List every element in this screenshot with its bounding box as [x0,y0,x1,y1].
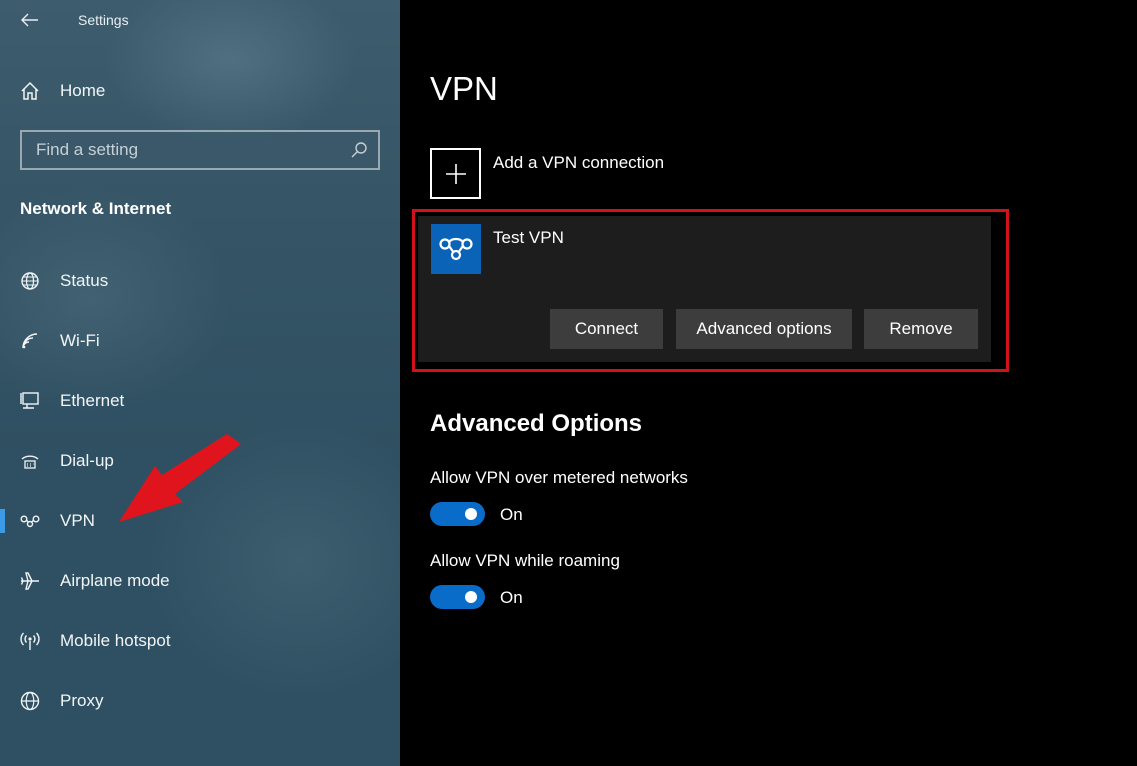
vpn-connection-icon [431,224,481,274]
wifi-icon [18,329,42,353]
sidebar-item-label: Airplane mode [60,571,170,590]
dialup-icon [18,449,42,473]
remove-button[interactable]: Remove [864,309,978,349]
sidebar-item-status[interactable]: Status [0,257,400,305]
sidebar-item-label: Status [60,271,109,290]
roaming-option-label: Allow VPN while roaming [430,551,620,570]
metered-toggle[interactable] [430,502,485,526]
roaming-toggle[interactable] [430,585,485,609]
advanced-options-button[interactable]: Advanced options [676,309,852,349]
advanced-options-heading: Advanced Options [430,410,643,437]
search-box[interactable] [20,130,380,170]
main-panel: VPN Add a VPN connection Test VPN Connec… [400,0,1137,766]
vpn-connection-card[interactable]: Test VPN Connect Advanced options Remove [418,216,991,362]
sidebar-item-label: Wi-Fi [60,331,100,350]
search-icon[interactable] [350,141,368,164]
app-title: Settings [78,12,129,28]
red-arrow-annotation [119,434,241,522]
sidebar-item-ethernet[interactable]: Ethernet [0,377,400,425]
add-vpn-label: Add a VPN connection [493,153,665,172]
back-arrow-icon [21,13,38,27]
ethernet-icon [18,389,42,413]
title-bar: Settings [18,10,129,30]
sidebar: Settings Home Network & Internet Status … [0,0,400,766]
connect-button[interactable]: Connect [550,309,663,349]
sidebar-item-airplane[interactable]: Airplane mode [0,557,400,605]
sidebar-item-label: Proxy [60,691,104,710]
add-vpn-button[interactable]: Add a VPN connection [430,148,664,199]
sidebar-item-label: Mobile hotspot [60,631,171,650]
sidebar-item-label: Ethernet [60,391,125,410]
airplane-icon [18,569,42,593]
back-button[interactable] [18,10,42,30]
hotspot-icon [18,629,42,653]
globe-status-icon [18,269,42,293]
globe-icon [18,689,42,713]
sidebar-item-wifi[interactable]: Wi-Fi [0,317,400,365]
nav-home[interactable]: Home [0,67,400,115]
sidebar-item-label: Dial-up [60,451,114,470]
metered-toggle-state: On [500,505,523,524]
roaming-toggle-state: On [500,588,523,607]
nav-home-label: Home [60,81,106,100]
vpn-icon [18,509,42,533]
sidebar-item-label: VPN [60,511,95,530]
sidebar-item-proxy[interactable]: Proxy [0,677,400,725]
metered-option-label: Allow VPN over metered networks [430,468,688,487]
page-title: VPN [430,70,498,107]
search-input[interactable] [22,140,322,160]
home-icon [18,79,42,103]
sidebar-item-hotspot[interactable]: Mobile hotspot [0,617,400,665]
plus-icon[interactable] [430,148,481,199]
vpn-connection-name: Test VPN [493,228,564,247]
section-title: Network & Internet [20,199,172,218]
